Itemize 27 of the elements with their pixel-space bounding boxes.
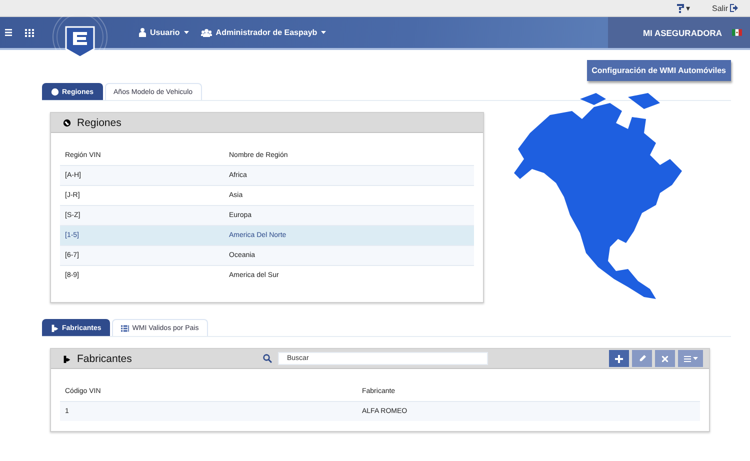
apps-grid-icon[interactable] [25,28,34,36]
plus-icon [615,354,623,362]
config-button[interactable]: Configuración de WMI Automóviles [586,60,731,81]
logout-icon[interactable] [730,4,738,12]
user-icon [139,28,146,37]
caret-icon [184,31,189,34]
panel-title: Regiones [77,116,122,128]
list-icon [121,324,130,332]
help-caret[interactable]: ▾ [686,4,690,12]
menu-icon [684,356,690,362]
help-icon[interactable] [676,4,684,12]
caret-icon [321,31,326,34]
panel-title: Fabricantes [77,352,132,364]
factory-icon [51,324,59,332]
users-icon [200,28,212,36]
menu-icon[interactable] [5,29,12,36]
factory-icon [63,354,71,362]
flag-icon [732,29,742,36]
pencil-icon [638,355,646,362]
user-menu[interactable]: Usuario [139,28,189,37]
user-menu[interactable]: Administrador de Easpayb [200,28,326,37]
search-icon [263,354,272,363]
company-name: MI ASEGURADORA [642,28,722,38]
logout-link[interactable]: Salir [712,4,728,12]
caret-icon [692,357,698,360]
close-icon [662,356,668,362]
add-button[interactable] [609,350,629,367]
